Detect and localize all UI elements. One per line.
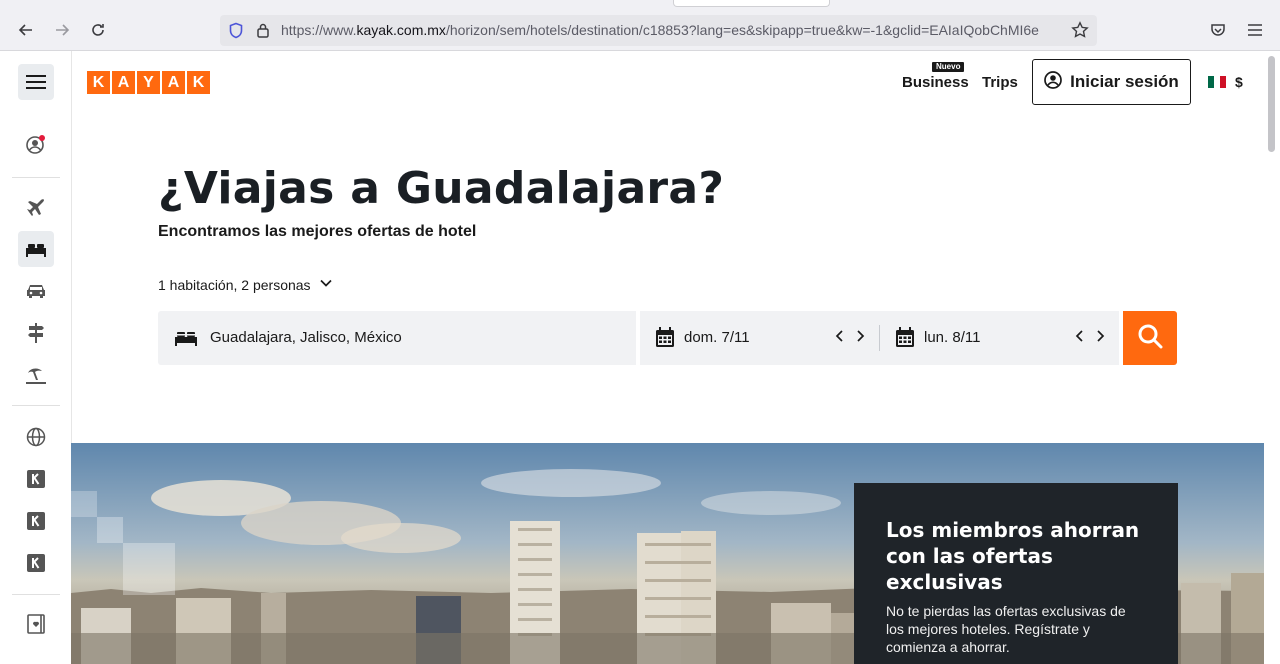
flights-icon[interactable] [18, 189, 54, 225]
forward-icon[interactable] [50, 18, 74, 42]
shield-icon[interactable] [228, 22, 244, 44]
user-circle-icon [1044, 70, 1063, 94]
checkout-value: lun. 8/11 [924, 329, 981, 346]
logo-letter: A [112, 71, 135, 94]
chevron-down-icon [319, 276, 333, 293]
guests-dropdown[interactable]: 1 habitación, 2 personas [158, 276, 333, 293]
chevron-left-icon[interactable] [835, 329, 845, 347]
globe-icon[interactable] [18, 419, 54, 455]
currency-label: $ [1235, 74, 1243, 90]
bookmark-star-icon[interactable] [1071, 21, 1089, 44]
logo-letter: K [187, 71, 210, 94]
side-nav [0, 51, 72, 664]
kayak-k-icon[interactable] [18, 545, 54, 581]
hamburger-menu-button[interactable] [18, 64, 54, 100]
logo-letter: Y [137, 71, 160, 94]
members-promo-card[interactable]: Los miembros ahorran con las ofertas exc… [854, 483, 1178, 664]
checkin-date[interactable]: dom. 7/11 [640, 311, 879, 365]
signin-button[interactable]: Iniciar sesión [1032, 59, 1191, 105]
pocket-icon[interactable] [1206, 18, 1230, 42]
business-link[interactable]: Business [902, 74, 969, 91]
signin-label: Iniciar sesión [1070, 72, 1179, 91]
rail-divider [12, 177, 60, 178]
rail-divider [12, 594, 60, 595]
browser-toolbar: https://www.kayak.com.mx/horizon/sem/hot… [0, 0, 1280, 51]
rail-divider [12, 405, 60, 406]
reload-icon[interactable] [86, 18, 110, 42]
menu-icon[interactable] [1243, 18, 1267, 42]
tab-edge [673, 0, 830, 7]
trips-link[interactable]: Trips [982, 74, 1018, 91]
explore-signpost-icon[interactable] [18, 315, 54, 351]
kayak-k-icon[interactable] [18, 461, 54, 497]
address-bar[interactable]: https://www.kayak.com.mx/horizon/sem/hot… [220, 15, 1097, 46]
checkout-date[interactable]: lun. 8/11 [880, 311, 1119, 365]
chevron-right-icon[interactable] [1095, 329, 1105, 347]
logo-letter: A [162, 71, 185, 94]
calendar-icon [895, 327, 915, 353]
dates-field: dom. 7/11 lun. 8/11 [640, 311, 1119, 365]
destination-field[interactable]: Guadalajara, Jalisco, México [158, 311, 636, 365]
guests-label: 1 habitación, 2 personas [158, 276, 311, 293]
cars-icon[interactable] [18, 273, 54, 309]
locale-selector[interactable]: $ [1208, 74, 1243, 90]
page-title: ¿Viajas a Guadalajara? [158, 163, 725, 214]
kayak-logo[interactable]: K A Y A K [87, 71, 210, 94]
page-subtitle: Encontramos las mejores ofertas de hotel [158, 223, 477, 240]
chevron-left-icon[interactable] [1075, 329, 1085, 347]
promo-body: No te pierdas las ofertas exclusivas de … [886, 603, 1126, 655]
search-button[interactable] [1123, 311, 1177, 365]
kayak-k-icon[interactable] [18, 503, 54, 539]
promo-title: Los miembros ahorran con las ofertas exc… [886, 518, 1140, 594]
profile-icon[interactable] [18, 127, 54, 163]
destination-value: Guadalajara, Jalisco, México [210, 329, 402, 346]
new-badge: Nuevo [932, 62, 965, 72]
lock-icon[interactable] [256, 22, 270, 43]
chevron-right-icon[interactable] [855, 329, 865, 347]
saved-trips-icon[interactable] [18, 606, 54, 642]
vacation-beach-icon[interactable] [18, 357, 54, 393]
calendar-icon [655, 327, 675, 353]
hotels-icon[interactable] [18, 231, 54, 267]
bed-icon [174, 329, 198, 352]
scrollbar-thumb[interactable] [1268, 56, 1275, 152]
mexico-flag-icon [1208, 76, 1226, 88]
logo-letter: K [87, 71, 110, 94]
search-icon [1137, 323, 1163, 354]
checkin-value: dom. 7/11 [684, 329, 750, 346]
url-text: https://www.kayak.com.mx/horizon/sem/hot… [281, 22, 1039, 38]
back-icon[interactable] [14, 18, 38, 42]
